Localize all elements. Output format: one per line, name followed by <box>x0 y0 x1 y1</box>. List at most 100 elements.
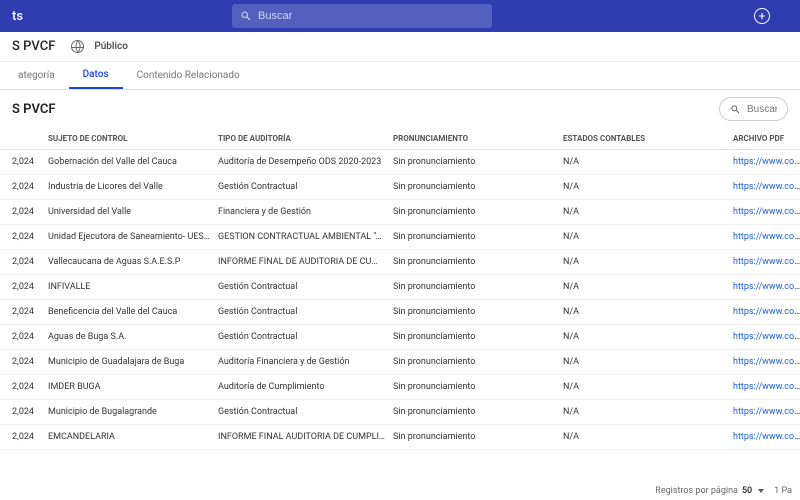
cell-tipo: Auditoría de Desempeño ODS 2020-2023 <box>214 150 389 175</box>
tab-bar: ategoría Datos Contenido Relacionado <box>0 62 800 90</box>
cell-sujeto: INFIVALLE <box>44 275 214 300</box>
app-topbar: ts + <box>0 0 800 32</box>
cell-tipo: Gestión Contractual <box>214 325 389 350</box>
cell-sujeto: Gobernación del Valle del Cauca <box>44 150 214 175</box>
table-row[interactable]: 2,024Beneficencia del Valle del CaucaGes… <box>0 300 800 325</box>
pagination-footer: Registros por página 50 1 Pa <box>655 482 792 500</box>
global-search[interactable] <box>232 4 492 28</box>
cell-tipo: Gestión Contractual <box>214 300 389 325</box>
search-icon <box>240 10 252 22</box>
cell-sujeto: Universidad del Valle <box>44 200 214 225</box>
cell-pron: Sin pronunciamiento <box>389 300 559 325</box>
global-search-input[interactable] <box>258 10 484 22</box>
cell-est: N/A <box>559 325 729 350</box>
per-page-label: Registros por página <box>655 486 738 496</box>
tab-data[interactable]: Datos <box>69 62 123 89</box>
data-table: SUJETO DE CONTROL TIPO DE AUDITORÍA PRON… <box>0 128 800 450</box>
globe-icon <box>71 40 84 53</box>
table-search-input[interactable] <box>747 104 777 115</box>
table-row[interactable]: 2,024Industria de Licores del ValleGesti… <box>0 175 800 200</box>
cell-pdf: https://www.contra <box>729 275 800 300</box>
cell-est: N/A <box>559 200 729 225</box>
cell-pdf: https://www.contra <box>729 325 800 350</box>
cell-tipo: Auditoría de Cumplimiento <box>214 375 389 400</box>
table-row[interactable]: 2,024Universidad del ValleFinanciera y d… <box>0 200 800 225</box>
sub-title: S PVCF <box>12 102 56 117</box>
cell-pdf: https://www.contra <box>729 300 800 325</box>
cell-tipo: INFORME FINAL DE AUDITORIA DE CUMPLIMIEN… <box>214 250 389 275</box>
cell-tipo: Financiera y de Gestión <box>214 200 389 225</box>
pdf-link[interactable]: https://www.contra <box>733 382 800 392</box>
cell-sujeto: Municipio de Guadalajara de Buga <box>44 350 214 375</box>
cell-sujeto: Vallecaucana de Aguas S.A.E.S.P <box>44 250 214 275</box>
per-page-value[interactable]: 50 <box>742 486 752 496</box>
col-year[interactable] <box>0 128 44 150</box>
col-pronunciamiento[interactable]: PRONUNCIAMIENTO <box>389 128 559 150</box>
col-sujeto[interactable]: SUJETO DE CONTROL <box>44 128 214 150</box>
page-title-fragment: S PVCF <box>12 39 55 54</box>
cell-pdf: https://www.contra <box>729 200 800 225</box>
cell-year: 2,024 <box>0 175 44 200</box>
cell-pron: Sin pronunciamiento <box>389 400 559 425</box>
cell-pdf: https://www.contra <box>729 225 800 250</box>
cell-pron: Sin pronunciamiento <box>389 425 559 450</box>
col-pdf[interactable]: ARCHIVO PDF <box>729 128 800 150</box>
cell-pron: Sin pronunciamiento <box>389 225 559 250</box>
pdf-link[interactable]: https://www.contra <box>733 407 800 417</box>
pdf-link[interactable]: https://www.contra <box>733 357 800 367</box>
search-icon <box>730 104 741 115</box>
cell-pron: Sin pronunciamiento <box>389 175 559 200</box>
pdf-link[interactable]: https://www.contra <box>733 232 800 242</box>
data-table-container: SUJETO DE CONTROL TIPO DE AUDITORÍA PRON… <box>0 128 800 482</box>
pdf-link[interactable]: https://www.contra <box>733 432 800 442</box>
tab-category[interactable]: ategoría <box>4 62 69 89</box>
cell-pdf: https://www.contra <box>729 150 800 175</box>
table-row[interactable]: 2,024Municipio de Guadalajara de BugaAud… <box>0 350 800 375</box>
tab-related[interactable]: Contenido Relacionado <box>123 62 254 89</box>
cell-pdf: https://www.contra <box>729 425 800 450</box>
table-row[interactable]: 2,024INFIVALLEGestión ContractualSin pro… <box>0 275 800 300</box>
cell-est: N/A <box>559 400 729 425</box>
cell-pdf: https://www.contra <box>729 250 800 275</box>
table-search[interactable] <box>719 97 788 121</box>
cell-pron: Sin pronunciamiento <box>389 200 559 225</box>
pdf-link[interactable]: https://www.contra <box>733 157 800 167</box>
table-row[interactable]: 2,024EMCANDELARIAINFORME FINAL AUDITORIA… <box>0 425 800 450</box>
chevron-down-icon[interactable] <box>758 489 764 493</box>
table-row[interactable]: 2,024Gobernación del Valle del CaucaAudi… <box>0 150 800 175</box>
cell-year: 2,024 <box>0 425 44 450</box>
cell-year: 2,024 <box>0 150 44 175</box>
add-button[interactable]: + <box>754 8 770 24</box>
col-tipo[interactable]: TIPO DE AUDITORÍA <box>214 128 389 150</box>
table-row[interactable]: 2,024Unidad Ejecutora de Saneamiento- UE… <box>0 225 800 250</box>
cell-pron: Sin pronunciamiento <box>389 250 559 275</box>
cell-year: 2,024 <box>0 275 44 300</box>
cell-sujeto: Aguas de Buga S.A. <box>44 325 214 350</box>
cell-year: 2,024 <box>0 300 44 325</box>
pdf-link[interactable]: https://www.contra <box>733 332 800 342</box>
cell-year: 2,024 <box>0 375 44 400</box>
pdf-link[interactable]: https://www.contra <box>733 282 800 292</box>
table-row[interactable]: 2,024IMDER BUGAAuditoría de Cumplimiento… <box>0 375 800 400</box>
cell-tipo: GESTION CONTRACTUAL AMBIENTAL "AGUA PAR/ <box>214 225 389 250</box>
pdf-link[interactable]: https://www.contra <box>733 257 800 267</box>
pdf-link[interactable]: https://www.contra <box>733 207 800 217</box>
cell-tipo: Gestión Contractual <box>214 175 389 200</box>
page-info: 1 Pa <box>774 486 792 496</box>
table-row[interactable]: 2,024Aguas de Buga S.A.Gestión Contractu… <box>0 325 800 350</box>
cell-tipo: Auditoría Financiera y de Gestión <box>214 350 389 375</box>
table-row[interactable]: 2,024Municipio de BugalagrandeGestión Co… <box>0 400 800 425</box>
cell-est: N/A <box>559 250 729 275</box>
pdf-link[interactable]: https://www.contra <box>733 182 800 192</box>
cell-pron: Sin pronunciamiento <box>389 325 559 350</box>
cell-est: N/A <box>559 350 729 375</box>
table-row[interactable]: 2,024Vallecaucana de Aguas S.A.E.S.PINFO… <box>0 250 800 275</box>
cell-year: 2,024 <box>0 250 44 275</box>
cell-pdf: https://www.contra <box>729 175 800 200</box>
pdf-link[interactable]: https://www.contra <box>733 307 800 317</box>
cell-year: 2,024 <box>0 350 44 375</box>
subheader: S PVCF <box>0 90 800 128</box>
col-estados[interactable]: ESTADOS CONTABLES <box>559 128 729 150</box>
cell-sujeto: Beneficencia del Valle del Cauca <box>44 300 214 325</box>
cell-tipo: INFORME FINAL AUDITORIA DE CUMPLIMIENTO … <box>214 425 389 450</box>
